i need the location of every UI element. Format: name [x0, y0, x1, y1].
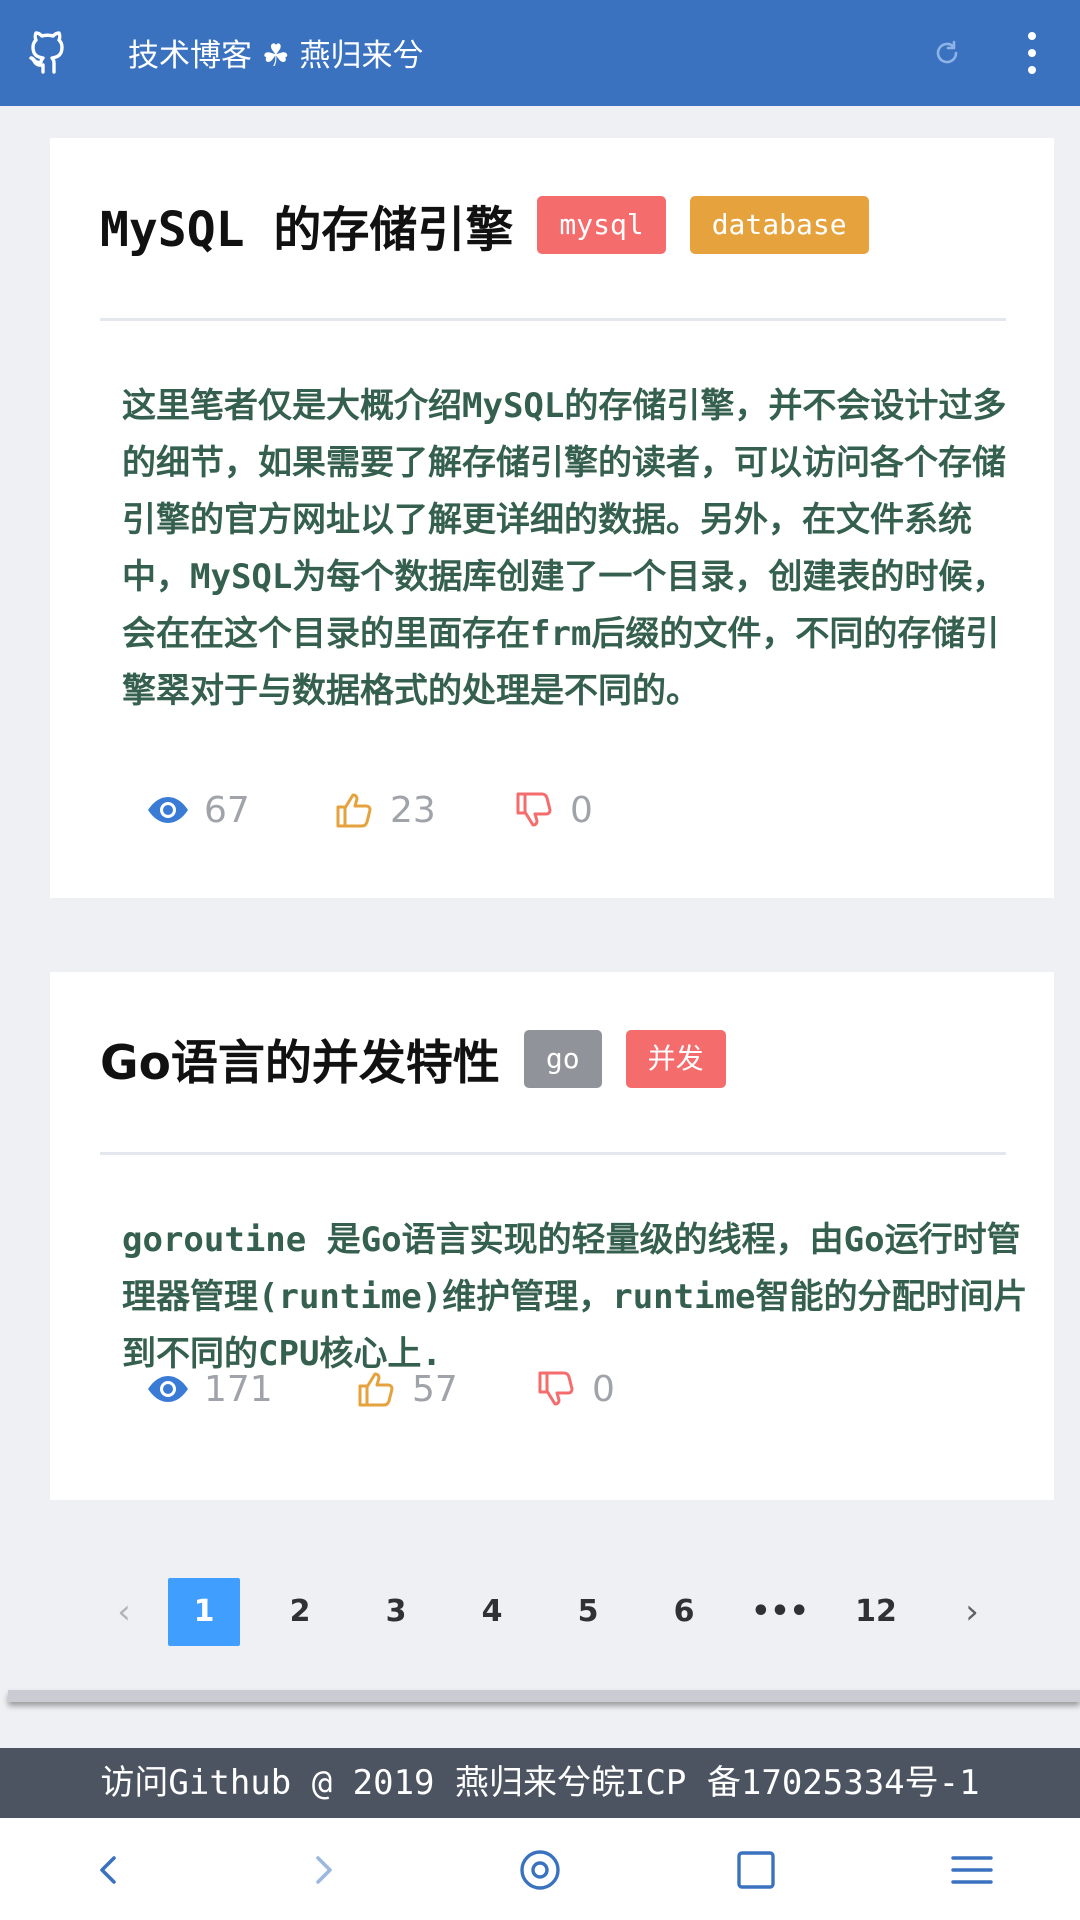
tag-badge[interactable]: 并发 [625, 1029, 726, 1088]
views-stat: 171 [146, 1367, 354, 1411]
page-button-4[interactable]: 4 [456, 1578, 528, 1646]
post-excerpt: goroutine 是Go语言实现的轻量级的线程，由Go运行时管理器管理(run… [122, 1220, 1028, 1374]
likes-stat[interactable]: 57 [354, 1367, 534, 1411]
tabs-icon[interactable] [730, 1844, 782, 1896]
post-header: Go语言的并发特性 go 并发 [100, 1024, 726, 1093]
page-button-5[interactable]: 5 [552, 1578, 624, 1646]
post-title[interactable]: MySQL 的存储引擎 [100, 190, 513, 260]
divider [100, 1152, 1006, 1155]
app-title: 技术博客 ☘ 燕归来兮 [128, 38, 424, 74]
page-button-12[interactable]: 12 [840, 1578, 912, 1646]
page-button-6[interactable]: 6 [648, 1578, 720, 1646]
post-excerpt: 这里笔者仅是大概介绍MySQL的存储引擎，并不会设计过多的细节，如果需要了解存储… [122, 386, 1007, 711]
tag-badge[interactable]: database [689, 196, 869, 254]
list-bottom-shadow [8, 1690, 1080, 1702]
eye-icon [148, 1376, 188, 1402]
dislikes-stat[interactable]: 0 [512, 788, 593, 832]
page-button-2[interactable]: 2 [264, 1578, 336, 1646]
eye-icon [148, 797, 188, 823]
views-count: 171 [204, 1368, 273, 1410]
likes-count: 23 [390, 789, 436, 831]
page-button-3[interactable]: 3 [360, 1578, 432, 1646]
home-icon[interactable] [514, 1844, 566, 1896]
thumbs-down-icon[interactable] [534, 1367, 578, 1411]
browser-bottom-bar [0, 1818, 1080, 1920]
likes-stat[interactable]: 23 [332, 788, 512, 832]
page-button-1[interactable]: 1 [168, 1578, 240, 1646]
prev-page-button[interactable]: ‹ [88, 1578, 160, 1646]
views-stat: 67 [146, 788, 332, 832]
tag-badge[interactable]: go [523, 1029, 602, 1088]
page-ellipsis[interactable]: ••• [744, 1578, 816, 1646]
post-card[interactable]: Go语言的并发特性 go 并发 goroutine 是Go语言实现的轻量级的线程… [50, 972, 1054, 1500]
next-page-button[interactable]: › [936, 1578, 1008, 1646]
dislikes-count: 0 [592, 1368, 615, 1410]
refresh-icon[interactable] [932, 38, 962, 68]
menu-icon[interactable] [946, 1844, 998, 1896]
thumbs-down-icon[interactable] [512, 788, 556, 832]
post-title[interactable]: Go语言的并发特性 [100, 1024, 500, 1093]
post-stats: 171 57 0 [146, 1367, 615, 1411]
thumbs-up-icon[interactable] [354, 1367, 398, 1411]
github-icon[interactable] [26, 28, 74, 76]
app-bar: 技术博客 ☘ 燕归来兮 [0, 0, 1080, 106]
forward-icon[interactable] [298, 1844, 350, 1896]
back-icon[interactable] [82, 1844, 134, 1896]
tag-badge[interactable]: mysql [537, 196, 666, 254]
post-card[interactable]: MySQL 的存储引擎 mysql database 这里笔者仅是大概介绍MyS… [50, 138, 1054, 898]
likes-count: 57 [412, 1368, 458, 1410]
dislikes-count: 0 [570, 789, 593, 831]
post-header: MySQL 的存储引擎 mysql database [100, 190, 869, 260]
post-stats: 67 23 0 [146, 788, 593, 832]
pagination: ‹ 1 2 3 4 5 6 ••• 12 › [88, 1578, 1008, 1646]
views-count: 67 [204, 789, 250, 831]
site-footer[interactable]: 访问Github @ 2019 燕归来兮皖ICP 备17025334号-1 [0, 1748, 1080, 1818]
divider [100, 318, 1006, 321]
thumbs-up-icon[interactable] [332, 788, 376, 832]
more-vertical-icon[interactable] [1020, 30, 1044, 76]
dislikes-stat[interactable]: 0 [534, 1367, 615, 1411]
